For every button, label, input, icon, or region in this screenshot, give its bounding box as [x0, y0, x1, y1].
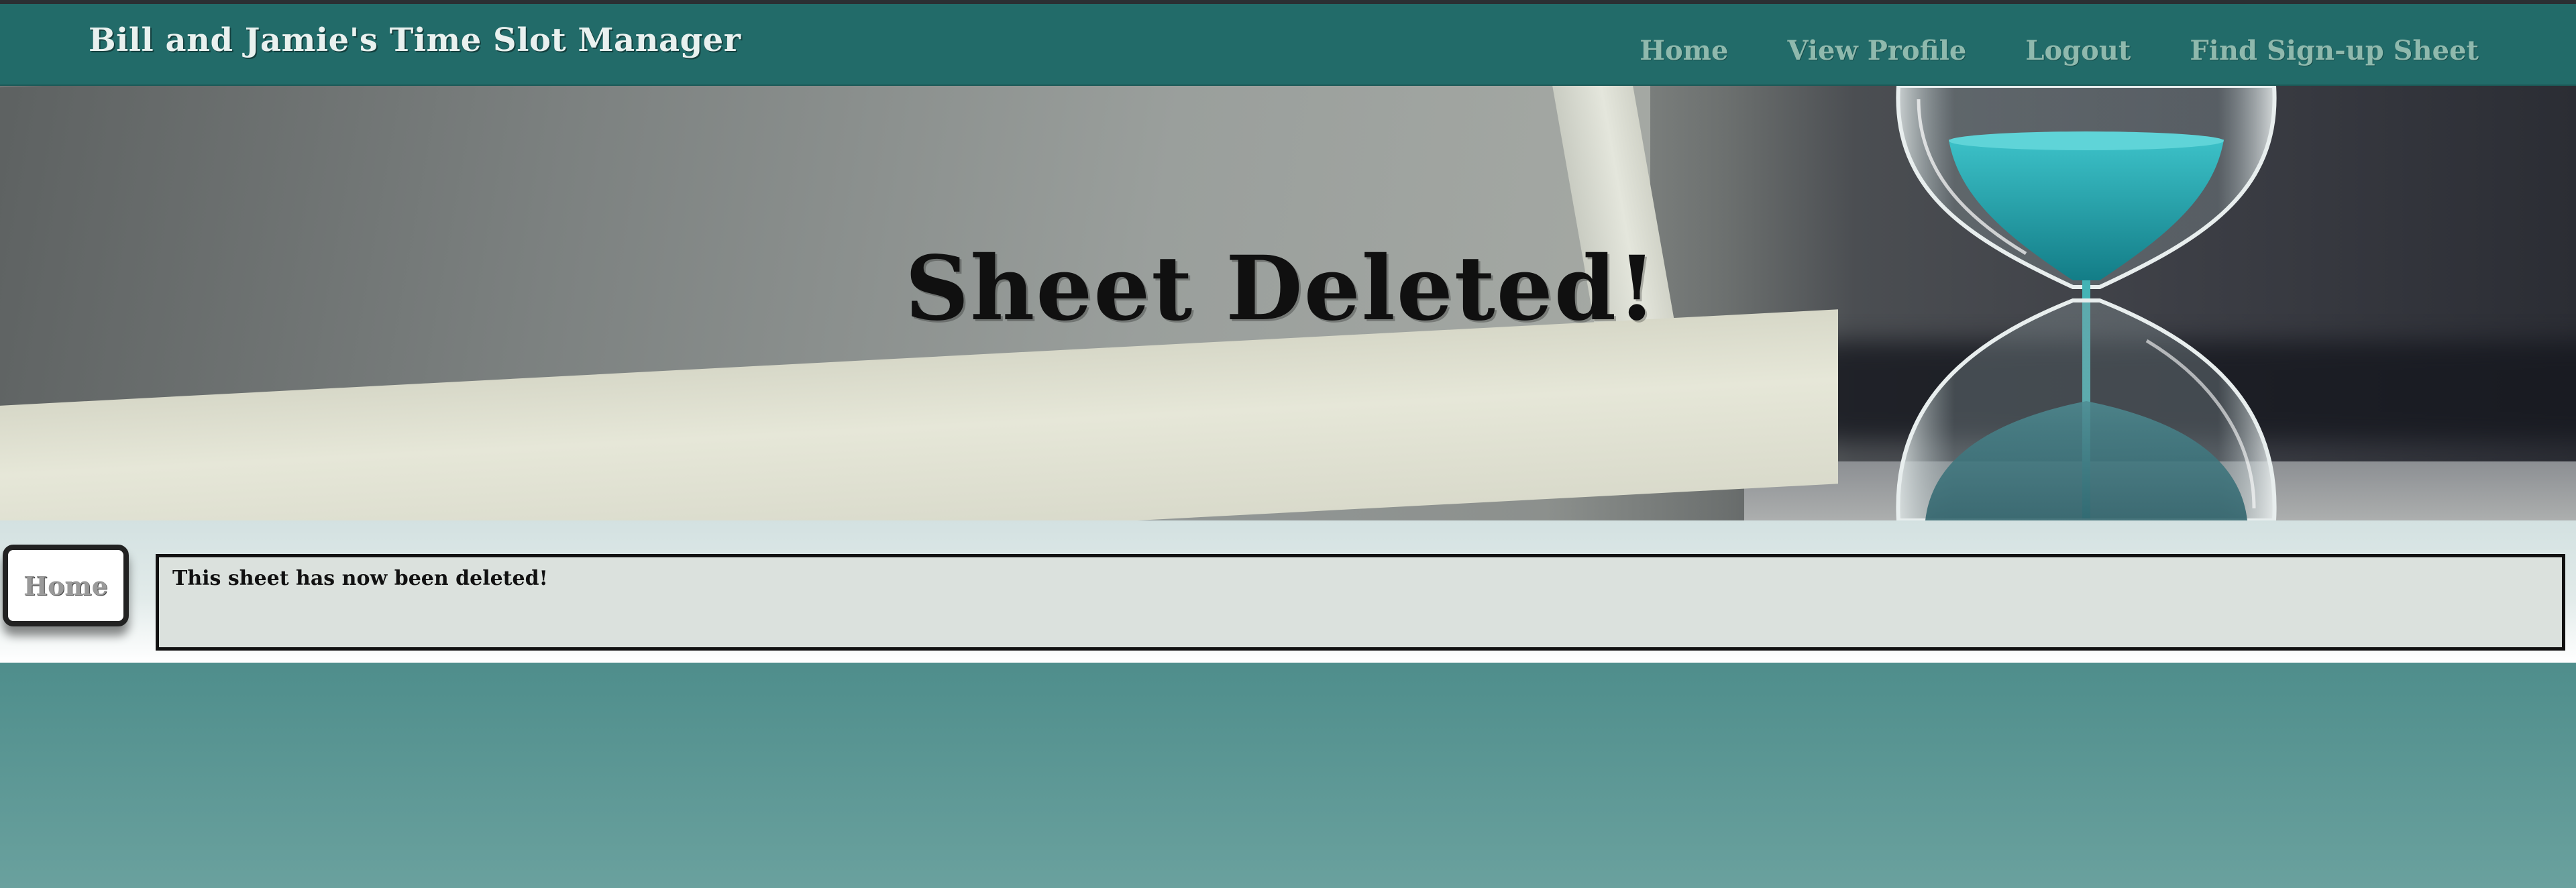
hero-title-container: Sheet Deleted! [0, 86, 2576, 520]
nav-home-link[interactable]: Home [1640, 35, 1728, 66]
deletion-message: This sheet has now been deleted! [172, 567, 548, 590]
navbar: Bill and Jamie's Time Slot Manager Home … [0, 4, 2576, 86]
main-nav: Home View Profile Logout Find Sign-up Sh… [1640, 35, 2479, 66]
site-brand: Bill and Jamie's Time Slot Manager [89, 21, 741, 59]
nav-logout-link[interactable]: Logout [2025, 35, 2131, 66]
content-area: Home This sheet has now been deleted! [0, 520, 2576, 663]
message-box: This sheet has now been deleted! [156, 554, 2565, 651]
sidebar-home-button[interactable]: Home [3, 545, 129, 626]
nav-find-signup-sheet-link[interactable]: Find Sign-up Sheet [2190, 35, 2479, 66]
nav-view-profile-link[interactable]: View Profile [1787, 35, 1966, 66]
page-title: Sheet Deleted! [905, 236, 1658, 341]
